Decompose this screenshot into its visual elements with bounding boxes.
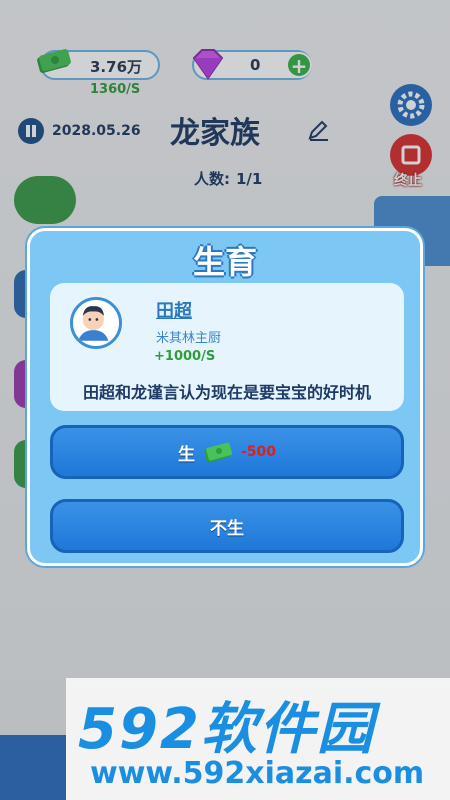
person-card: 田超 米其林主厨 +1000/S 田超和龙谨言认为现在是要宝宝的好时机	[50, 283, 404, 411]
watermark-url: www.592xiazai.com	[90, 756, 425, 791]
watermark: 592软件园 www.592xiazai.com	[66, 678, 450, 800]
watermark-logo: 592软件园	[78, 697, 375, 762]
no-baby-label: 不生	[210, 518, 244, 539]
have-baby-label: 生	[177, 444, 195, 465]
birth-dialog: 生育 田超 米其林主厨 +1000/S 田超和龙谨言认为现在是要宝宝的好时机 生…	[27, 228, 423, 566]
avatar	[70, 297, 122, 349]
cash-icon	[204, 442, 232, 463]
baby-cost: -500	[240, 444, 277, 460]
no-baby-button[interactable]: 不生	[50, 499, 404, 553]
have-baby-button[interactable]: 生 -500	[50, 425, 404, 479]
person-income: +1000/S	[154, 349, 216, 364]
dialog-message: 田超和龙谨言认为现在是要宝宝的好时机	[82, 383, 371, 402]
person-name[interactable]: 田超	[156, 297, 192, 323]
dialog-title: 生育	[192, 243, 257, 281]
person-avatar-icon	[78, 306, 109, 341]
person-job: 米其林主厨	[156, 331, 222, 346]
